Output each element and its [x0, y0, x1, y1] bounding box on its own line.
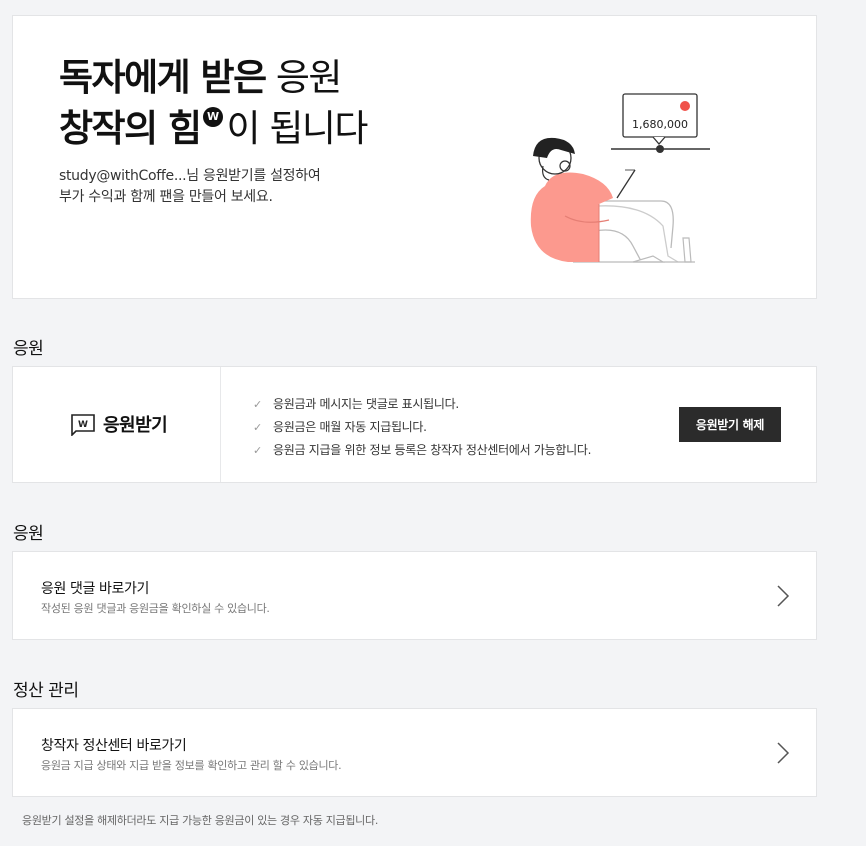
release-support-button[interactable]: 응원받기 해제: [679, 407, 781, 442]
check-item: ✓ 응원금은 매월 자동 지급됩니다.: [253, 416, 591, 439]
check-item: ✓ 응원금과 메시지는 댓글로 표시됩니다.: [253, 393, 591, 416]
hero-desc-line-1: study@withCoffe...님 응원받기를 설정하여: [59, 168, 321, 184]
support-ticket-icon: W: [71, 414, 95, 436]
hero-headline: 독자에게 받은 응원 창작의 힘 이 됩니다: [59, 52, 369, 154]
section-title-settlement: 정산 관리: [13, 681, 79, 701]
won-coin-icon: [202, 107, 223, 127]
headline-bold-2: 창작의 힘: [59, 107, 202, 150]
hero-desc-line-2: 부가 수익과 함께 팬을 만들어 보세요.: [59, 189, 273, 205]
headline-thin-2: 이 됩니다: [226, 107, 369, 150]
footnote: 응원받기 설정을 해제하더라도 지급 가능한 응원금이 있는 경우 자동 지급됩…: [22, 814, 379, 827]
check-icon: ✓: [253, 397, 262, 411]
support-checklist: ✓ 응원금과 메시지는 댓글로 표시됩니다. ✓ 응원금은 매월 자동 지급됩니다.…: [253, 393, 591, 462]
check-icon: ✓: [253, 420, 262, 434]
check-text: 응원금과 메시지는 댓글로 표시됩니다.: [273, 397, 459, 411]
amount-label: 1,680,000: [632, 118, 688, 131]
support-comments-link[interactable]: 응원 댓글 바로가기 작성된 응원 댓글과 응원금을 확인하실 수 있습니다.: [12, 551, 817, 640]
check-text: 응원금은 매월 자동 지급됩니다.: [273, 420, 427, 434]
chevron-right-icon: [777, 742, 790, 764]
person-laptop-illustration: 1,680,000: [530, 93, 710, 263]
badge-icon: [680, 101, 690, 111]
section-title-support: 응원: [13, 339, 44, 359]
settlement-link-desc: 응원금 지급 상태와 지급 받을 정보를 확인하고 관리 할 수 있습니다.: [41, 759, 342, 772]
support-brand: W 응원받기: [69, 411, 168, 437]
hero-description: study@withCoffe...님 응원받기를 설정하여 부가 수익과 함께…: [59, 166, 321, 208]
check-icon: ✓: [253, 443, 262, 457]
headline-bold-1: 독자에게 받은: [59, 56, 267, 99]
support-brand-panel: W 응원받기: [13, 367, 221, 482]
settlement-center-link[interactable]: 창작자 정산센터 바로가기 응원금 지급 상태와 지급 받을 정보를 확인하고 …: [12, 708, 817, 797]
check-item: ✓ 응원금 지급을 위한 정보 등록은 창작자 정산센터에서 가능합니다.: [253, 439, 591, 462]
settlement-link-title: 창작자 정산센터 바로가기: [41, 738, 187, 754]
chevron-right-icon: [777, 585, 790, 607]
check-text: 응원금 지급을 위한 정보 등록은 창작자 정산센터에서 가능합니다.: [273, 443, 592, 457]
support-comments-link-desc: 작성된 응원 댓글과 응원금을 확인하실 수 있습니다.: [41, 602, 270, 615]
support-card: W 응원받기 ✓ 응원금과 메시지는 댓글로 표시됩니다. ✓ 응원금은 매월 자동…: [12, 366, 817, 483]
section-title-comments: 응원: [13, 524, 44, 544]
hero-banner: 독자에게 받은 응원 창작의 힘 이 됩니다 study@withCoffe...…: [12, 15, 817, 299]
svg-text:W: W: [78, 420, 88, 430]
support-brand-label: 응원받기: [103, 415, 168, 436]
support-comments-link-title: 응원 댓글 바로가기: [41, 581, 149, 597]
headline-thin-1: 응원: [275, 56, 343, 99]
